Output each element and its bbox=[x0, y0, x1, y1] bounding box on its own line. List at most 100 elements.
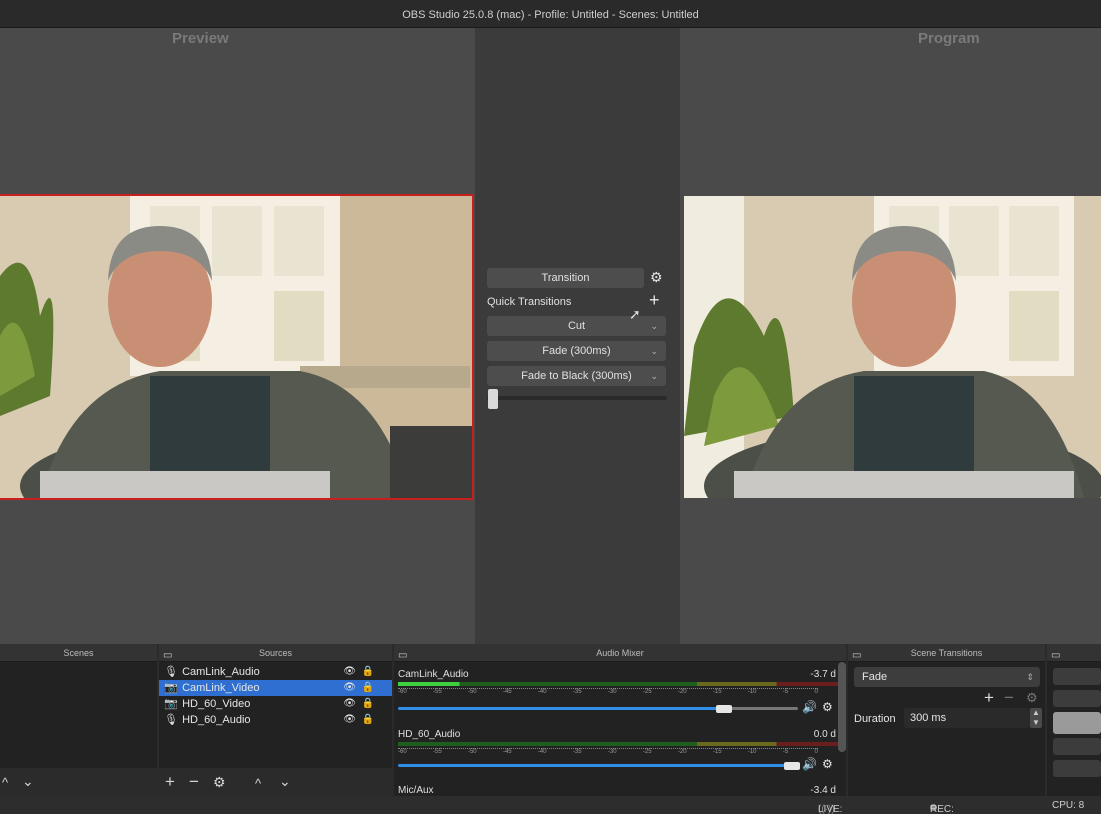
source-item-selected[interactable]: 📷 CamLink_Video 👁 🔒 bbox=[159, 680, 392, 696]
quick-transition-fade-to-black[interactable]: Fade to Black (300ms) ⌄ bbox=[487, 366, 666, 386]
studio-mode-button[interactable] bbox=[1053, 712, 1101, 734]
gear-icon[interactable]: ⚙ bbox=[650, 269, 663, 286]
audio-mixer-dock: ▭ Audio Mixer CamLink_Audio -3.7 d -60 -5… bbox=[394, 644, 846, 796]
updown-chevron-icon: ⇕ bbox=[1026, 672, 1034, 682]
move-up-chevron-icon[interactable]: ^ bbox=[255, 776, 261, 791]
channel-gear-icon[interactable]: ⚙ bbox=[822, 700, 833, 714]
volume-meter bbox=[398, 682, 838, 686]
lock-icon[interactable]: 🔒 bbox=[362, 696, 374, 712]
source-item[interactable]: 🎙 HD_60_Audio 👁 🔒 bbox=[159, 712, 392, 728]
settings-button[interactable] bbox=[1053, 738, 1101, 755]
add-source-plus-icon[interactable]: + bbox=[165, 772, 175, 792]
undock-icon[interactable]: ▭ bbox=[1051, 647, 1060, 665]
speaker-icon[interactable]: 🔊 bbox=[802, 700, 817, 714]
scene-transitions-dock: ▭ Scene Transitions Fade ⇕ + − ⚙ Duratio… bbox=[848, 644, 1045, 796]
visibility-eye-icon[interactable]: 👁 bbox=[343, 696, 356, 712]
mixer-channel-name: Mic/Aux bbox=[398, 785, 434, 796]
obs-window: OBS Studio 25.0.8 (mac) - Profile: Untit… bbox=[0, 0, 1101, 814]
add-quick-transition-plus-icon[interactable]: + bbox=[649, 290, 660, 311]
live-timer: LIVE: 00:00:00 bbox=[818, 804, 843, 814]
microphone-icon: 🎙 bbox=[164, 714, 178, 726]
chevron-down-icon[interactable]: ⌄ bbox=[650, 366, 658, 386]
audio-mixer-dock-title: Audio Mixer bbox=[596, 648, 644, 658]
meter-scale: -60 -55 -50 -45 -40 -35 -30 -25 -20 -15 -10 -5 0 bbox=[398, 688, 818, 698]
transition-select-value: Fade bbox=[862, 671, 888, 683]
scenes-dock: Scenes ^ ⌄ bbox=[0, 644, 157, 796]
mixer-channel-name: CamLink_Audio bbox=[398, 669, 469, 680]
camera-image bbox=[684, 196, 1101, 498]
start-streaming-button[interactable] bbox=[1053, 668, 1101, 685]
quick-transition-label: Cut bbox=[567, 320, 586, 332]
camera-icon: 📷 bbox=[164, 698, 178, 710]
transition-select[interactable]: Fade ⇕ bbox=[854, 667, 1040, 687]
scenes-dock-title: Scenes bbox=[63, 648, 94, 658]
visibility-eye-icon[interactable]: 👁 bbox=[343, 664, 356, 680]
duration-stepper[interactable]: ▲ ▼ bbox=[1030, 708, 1042, 728]
duration-input[interactable]: 300 ms bbox=[904, 708, 1030, 728]
source-item[interactable]: 📷 HD_60_Video 👁 🔒 bbox=[159, 696, 392, 712]
volume-fader-fill[interactable] bbox=[398, 707, 718, 710]
source-name: CamLink_Video bbox=[182, 682, 260, 694]
source-item[interactable]: 🎙 CamLink_Audio 👁 🔒 bbox=[159, 664, 392, 680]
source-properties-gear-icon[interactable]: ⚙ bbox=[213, 774, 226, 791]
transition-button[interactable]: Transition bbox=[487, 268, 644, 288]
audio-mixer-dock-header: ▭ Audio Mixer bbox=[394, 644, 846, 662]
exit-button[interactable] bbox=[1053, 760, 1101, 777]
chevron-up-icon[interactable]: ^ bbox=[2, 775, 8, 790]
remove-source-minus-icon[interactable]: − bbox=[189, 772, 199, 792]
scene-transitions-dock-header: ▭ Scene Transitions bbox=[848, 644, 1045, 662]
camera-image bbox=[0, 196, 472, 498]
quick-transition-fade[interactable]: Fade (300ms) ⌄ bbox=[487, 341, 666, 361]
volume-meter bbox=[398, 742, 838, 746]
controls-dock: ▭ bbox=[1047, 644, 1101, 796]
start-recording-button[interactable] bbox=[1053, 690, 1101, 707]
quick-transition-label: Fade (300ms) bbox=[542, 345, 611, 357]
source-name: HD_60_Video bbox=[182, 698, 251, 710]
window-title: OBS Studio 25.0.8 (mac) - Profile: Untit… bbox=[402, 9, 699, 21]
mouse-cursor-icon: ➚ bbox=[629, 306, 641, 322]
transition-button-label: Transition bbox=[541, 272, 590, 284]
undock-icon[interactable]: ▭ bbox=[398, 647, 407, 665]
visibility-eye-icon[interactable]: 👁 bbox=[343, 680, 356, 696]
volume-fader-fill[interactable] bbox=[398, 764, 786, 767]
transition-properties-gear-icon[interactable]: ⚙ bbox=[1026, 690, 1038, 706]
preview-video-source[interactable] bbox=[0, 194, 474, 500]
sources-dock: ▭ Sources 🎙 CamLink_Audio 👁 🔒 📷 CamLink_… bbox=[159, 644, 392, 796]
chevron-down-icon[interactable]: ⌄ bbox=[650, 316, 658, 336]
mixer-channel-db: 0.0 d bbox=[813, 729, 836, 740]
mixer-channel-db: -3.7 d bbox=[810, 669, 836, 680]
source-name: HD_60_Audio bbox=[182, 714, 251, 726]
microphone-icon: 🎙 bbox=[164, 666, 178, 678]
lock-icon[interactable]: 🔒 bbox=[362, 664, 374, 680]
status-bar: ((·)) LIVE: 00:00:00 REC: 00:00:00 CPU: … bbox=[0, 796, 1101, 814]
duration-label: Duration bbox=[854, 713, 896, 725]
mixer-channel-name: HD_60_Audio bbox=[398, 729, 461, 740]
lock-icon[interactable]: 🔒 bbox=[362, 680, 374, 696]
scenes-toolbar: ^ ⌄ bbox=[0, 768, 157, 796]
chevron-down-icon[interactable]: ⌄ bbox=[22, 773, 34, 790]
tbar-track[interactable] bbox=[487, 396, 667, 400]
transition-column bbox=[475, 28, 680, 644]
cpu-usage: CPU: 8 bbox=[1052, 800, 1085, 811]
scenes-dock-header: Scenes bbox=[0, 644, 157, 662]
controls-dock-header: ▭ bbox=[1047, 644, 1101, 662]
sources-toolbar: + − ⚙ ^ ⌄ bbox=[159, 768, 392, 796]
visibility-eye-icon[interactable]: 👁 bbox=[343, 712, 356, 728]
remove-transition-minus-icon[interactable]: − bbox=[1004, 688, 1014, 708]
chevron-down-icon[interactable]: ⌄ bbox=[650, 341, 658, 361]
undock-icon[interactable]: ▭ bbox=[163, 647, 172, 665]
mixer-scrollbar[interactable] bbox=[838, 662, 846, 752]
volume-fader-knob[interactable] bbox=[716, 705, 732, 713]
camera-icon: 📷 bbox=[164, 682, 178, 694]
tbar-handle[interactable] bbox=[488, 389, 498, 409]
sources-dock-title: Sources bbox=[258, 648, 293, 658]
quick-transitions-label: Quick Transitions bbox=[487, 296, 572, 308]
lock-icon[interactable]: 🔒 bbox=[362, 712, 374, 728]
add-transition-plus-icon[interactable]: + bbox=[984, 688, 994, 708]
sources-dock-header: ▭ Sources bbox=[159, 644, 392, 662]
move-down-chevron-icon[interactable]: ⌄ bbox=[279, 773, 291, 790]
undock-icon[interactable]: ▭ bbox=[852, 647, 861, 665]
channel-gear-icon[interactable]: ⚙ bbox=[822, 757, 833, 771]
volume-fader-knob[interactable] bbox=[784, 762, 800, 770]
speaker-icon[interactable]: 🔊 bbox=[802, 757, 817, 771]
